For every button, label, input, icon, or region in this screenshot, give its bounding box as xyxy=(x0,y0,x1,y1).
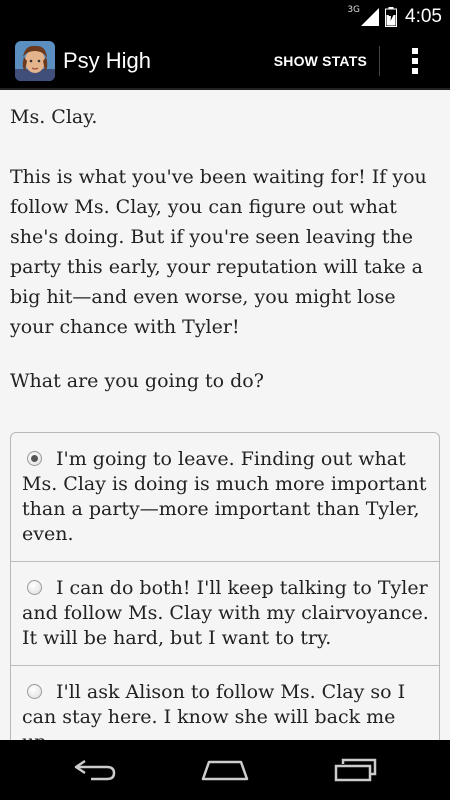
radio-button-checked[interactable] xyxy=(27,450,42,466)
show-stats-button[interactable]: SHOW STATS xyxy=(264,33,379,88)
app-title: Psy High xyxy=(63,47,152,73)
signal-icon xyxy=(361,7,380,26)
story-text: Ms. Clay. This is what you've been waiti… xyxy=(0,90,450,342)
navigation-bar xyxy=(0,740,450,800)
radio-button[interactable] xyxy=(27,683,42,699)
choice-text: I can do both! I'll keep talking to Tyle… xyxy=(22,577,429,649)
back-icon xyxy=(74,759,116,781)
recent-apps-icon xyxy=(334,758,377,782)
story-paragraph: Ms. Clay. xyxy=(10,106,98,128)
choice-text: I'm going to leave. Finding out what Ms.… xyxy=(22,448,427,545)
action-bar: Psy High SHOW STATS xyxy=(0,33,450,90)
recent-apps-button[interactable] xyxy=(310,740,400,800)
home-button[interactable] xyxy=(180,740,270,800)
story-paragraph: This is what you've been waiting for! If… xyxy=(10,166,427,338)
home-icon xyxy=(201,760,249,781)
clock: 4:05 xyxy=(405,5,442,27)
status-bar: 3G 4:05 xyxy=(0,0,450,33)
back-button[interactable] xyxy=(50,740,140,800)
story-content[interactable]: Ms. Clay. This is what you've been waiti… xyxy=(0,90,450,740)
battery-icon xyxy=(385,6,398,27)
choice-option-1[interactable]: I'm going to leave. Finding out what Ms.… xyxy=(11,433,439,562)
choice-option-3[interactable]: I'll ask Alison to follow Ms. Clay so I … xyxy=(11,666,439,740)
overflow-menu-button[interactable] xyxy=(380,33,450,88)
app-icon[interactable] xyxy=(15,40,55,81)
radio-button[interactable] xyxy=(27,579,42,595)
network-type-label: 3G xyxy=(347,4,361,15)
choice-text: I'll ask Alison to follow Ms. Clay so I … xyxy=(22,681,406,740)
choice-prompt: What are you going to do? xyxy=(10,370,264,392)
choice-list: I'm going to leave. Finding out what Ms.… xyxy=(10,432,440,740)
overflow-menu-icon xyxy=(412,47,418,74)
choice-option-2[interactable]: I can do both! I'll keep talking to Tyle… xyxy=(11,562,439,666)
